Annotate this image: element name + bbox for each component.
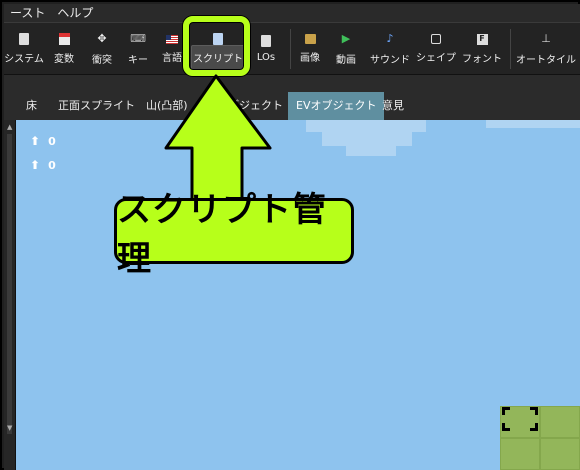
callout-label: スクリプト管理 (114, 190, 354, 279)
app-window: ースト ヘルプ システム 変数 ✥ 衝突 ⌨ キー 言語 スクリプト LOs 画… (0, 0, 580, 470)
